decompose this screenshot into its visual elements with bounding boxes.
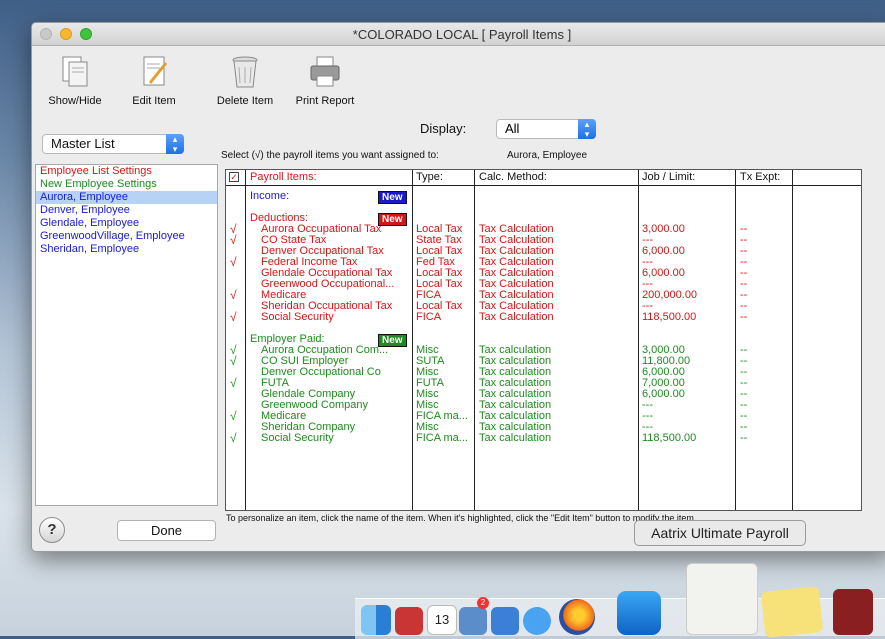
header-job-limit[interactable]: Job / Limit: — [642, 171, 695, 183]
updown-chevron-icon: ▴ ▾ — [578, 119, 596, 139]
assigned-employee: Aurora, Employee — [507, 150, 588, 161]
employer-row[interactable]: √ Social Security FICA ma... Tax calculatio… — [226, 432, 861, 444]
dictionary-icon[interactable] — [833, 589, 873, 635]
tx-expt: -- — [740, 432, 748, 444]
header-payroll-items[interactable]: Payroll Items: — [250, 171, 317, 183]
checkmark[interactable]: √ — [230, 377, 237, 389]
app-store-icon[interactable] — [491, 607, 519, 635]
updown-chevron-icon: ▴ ▾ — [166, 134, 184, 154]
window-title: *COLORADO LOCAL [ Payroll Items ] — [352, 27, 572, 42]
grid-header: ✓ Payroll Items: Type: Calc. Method: Job… — [226, 170, 861, 186]
item-type: FICA — [416, 311, 442, 323]
display-label: Display: — [420, 121, 467, 136]
header-calc-method[interactable]: Calc. Method: — [479, 171, 547, 183]
checkmark[interactable]: √ — [230, 256, 237, 268]
list-item-new-employee-settings[interactable]: New Employee Settings — [36, 178, 217, 191]
tx-expt: -- — [740, 311, 748, 323]
calc-method: Tax calculation — [479, 432, 552, 444]
calendar-icon[interactable]: 13 — [427, 605, 457, 635]
payroll-items-window: *COLORADO LOCAL [ Payroll Items ] Show/H… — [31, 22, 885, 552]
header-tx-expt[interactable]: Tx Expt: — [740, 171, 780, 183]
checkmark[interactable]: √ — [230, 432, 237, 444]
item-type: FICA ma... — [416, 432, 468, 444]
list-item-aurora[interactable]: Aurora, Employee — [36, 191, 217, 204]
master-list-select[interactable]: Master List ▴ ▾ — [42, 134, 184, 154]
checkmark[interactable]: √ — [230, 311, 237, 323]
display-value: All — [505, 121, 520, 136]
checkmark[interactable]: √ — [230, 289, 237, 301]
section-income: Income: New — [226, 190, 861, 204]
select-all-checkbox[interactable]: ✓ — [229, 172, 239, 182]
firefox-icon[interactable] — [559, 599, 595, 635]
show-hide-button[interactable]: Show/Hide — [37, 53, 113, 107]
footnote-text: To personalize an item, click the name o… — [226, 513, 697, 523]
checkmark[interactable]: √ — [230, 355, 237, 367]
preview-icon[interactable] — [459, 607, 487, 635]
job-limit: 118,500.00 — [642, 432, 697, 444]
aatrix-payroll-icon[interactable] — [686, 563, 758, 635]
item-name[interactable]: Social Security — [261, 433, 334, 444]
edit-item-label: Edit Item — [132, 95, 176, 107]
job-limit: 118,500.00 — [642, 311, 697, 323]
trash-icon — [232, 56, 258, 88]
finder-icon[interactable] — [361, 605, 391, 635]
display-select[interactable]: All ▴ ▾ — [496, 119, 596, 139]
printer-icon — [310, 56, 340, 87]
teamviewer-icon[interactable] — [617, 591, 661, 635]
pages-icon — [62, 56, 88, 87]
instructions-text: Select (√) the payroll items you want as… — [221, 150, 439, 161]
help-button[interactable]: ? — [39, 517, 65, 543]
master-list-value: Master List — [51, 136, 115, 151]
dock-tooltip: Aatrix Ultimate Payroll — [634, 520, 806, 546]
safari-icon[interactable] — [523, 607, 551, 635]
title-bar[interactable]: *COLORADO LOCAL [ Payroll Items ] — [32, 23, 885, 46]
checkmark[interactable]: √ — [230, 410, 237, 422]
edit-document-icon — [143, 56, 168, 86]
delete-item-label: Delete Item — [216, 95, 274, 107]
checkmark[interactable]: √ — [230, 234, 237, 246]
delete-item-button[interactable]: Delete Item — [207, 53, 283, 107]
list-item-denver[interactable]: Denver, Employee — [36, 204, 217, 217]
payroll-items-grid[interactable]: ✓ Payroll Items: Type: Calc. Method: Job… — [225, 169, 862, 511]
show-hide-label: Show/Hide — [48, 95, 102, 107]
header-type[interactable]: Type: — [416, 171, 443, 183]
print-report-label: Print Report — [295, 95, 355, 107]
list-item-greenwoodvillage[interactable]: GreenwoodVillage, Employee — [36, 230, 217, 243]
stickies-icon[interactable] — [760, 586, 824, 638]
new-income-button[interactable]: New — [378, 191, 407, 204]
list-item-employee-list-settings[interactable]: Employee List Settings — [36, 165, 217, 178]
item-name[interactable]: Social Security — [261, 312, 334, 323]
deduction-row[interactable]: √ Social Security FICA Tax Calculation 118,5… — [226, 311, 861, 323]
income-label: Income: — [250, 190, 290, 202]
notification-badge: 2 — [477, 597, 489, 609]
done-button[interactable]: Done — [117, 520, 216, 541]
dock: 13 2 — [355, 563, 885, 639]
edit-item-button[interactable]: Edit Item — [116, 53, 192, 107]
print-report-button[interactable]: Print Report — [287, 53, 363, 107]
screen-sharing-icon[interactable] — [395, 607, 423, 635]
employee-list[interactable]: Employee List Settings New Employee Sett… — [35, 164, 218, 506]
calc-method: Tax Calculation — [479, 311, 554, 323]
list-item-glendale[interactable]: Glendale, Employee — [36, 217, 217, 230]
list-item-sheridan[interactable]: Sheridan, Employee — [36, 243, 217, 256]
